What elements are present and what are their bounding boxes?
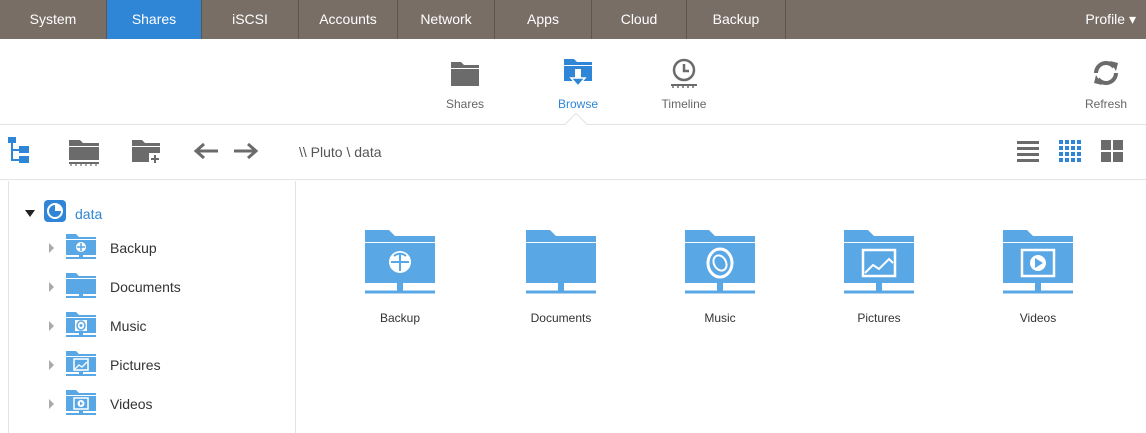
folder-tile-label: Pictures <box>857 311 901 325</box>
top-navigation: System Shares iSCSI Accounts Network App… <box>0 0 1146 41</box>
subnav-timeline[interactable]: Timeline <box>644 55 724 111</box>
documents-icon <box>523 230 599 302</box>
sub-toolbar: Shares Browse Timeline Refresh <box>0 41 1146 125</box>
folder-tree: data Backup Documents Music Pictures Vid… <box>8 181 296 433</box>
subnav-label: Browse <box>557 97 598 111</box>
folder-tile-videos[interactable]: Videos <box>983 226 1093 325</box>
share-folder-icon <box>66 135 102 172</box>
documents-icon <box>64 271 98 304</box>
music-icon <box>64 310 98 343</box>
caret-right-icon[interactable] <box>49 399 54 409</box>
tree-root-label: data <box>75 205 103 222</box>
arrow-left-icon <box>192 141 220 166</box>
tab-system[interactable]: System <box>0 0 107 39</box>
pictures-icon <box>841 230 917 302</box>
grid-small-icon <box>1058 139 1082 168</box>
tab-cloud[interactable]: Cloud <box>592 0 687 39</box>
volume-icon <box>43 199 67 228</box>
folder-tile-pictures[interactable]: Pictures <box>824 226 934 325</box>
clock-icon <box>644 55 724 91</box>
tree-item-backup[interactable]: Backup <box>49 233 157 263</box>
tree-item-label: Backup <box>110 240 157 256</box>
tab-apps[interactable]: Apps <box>495 0 592 39</box>
subnav-shares[interactable]: Shares <box>425 55 505 111</box>
forward-button[interactable] <box>228 138 264 168</box>
tree-item-documents[interactable]: Documents <box>49 272 181 302</box>
breadcrumb-path: \\ Pluto \ data <box>299 144 382 160</box>
profile-menu[interactable]: Profile ▾ <box>1085 0 1136 39</box>
pictures-icon <box>64 349 98 382</box>
arrow-right-icon <box>232 141 260 166</box>
tree-item-label: Videos <box>110 396 153 412</box>
tab-network[interactable]: Network <box>398 0 495 39</box>
tree-view-icon <box>6 135 38 172</box>
tree-item-music[interactable]: Music <box>49 311 147 341</box>
small-icons-view-button[interactable] <box>1056 138 1084 168</box>
tree-item-label: Music <box>110 318 147 334</box>
list-view-button[interactable] <box>1014 138 1042 168</box>
tree-item-label: Documents <box>110 279 181 295</box>
folder-tile-label: Backup <box>379 311 421 325</box>
videos-icon <box>64 388 98 421</box>
caret-right-icon[interactable] <box>49 243 54 253</box>
tree-root-data[interactable]: data <box>25 199 102 228</box>
new-folder-button[interactable] <box>128 138 164 168</box>
large-icons-view-button[interactable] <box>1098 138 1126 168</box>
folder-download-icon <box>538 55 618 91</box>
subnav-label: Shares <box>445 97 485 111</box>
caret-right-icon[interactable] <box>49 282 54 292</box>
backup-icon <box>64 232 98 265</box>
list-view-icon <box>1016 139 1040 168</box>
folder-tile-backup[interactable]: Backup <box>345 226 455 325</box>
path-toolbar: \\ Pluto \ data <box>0 126 1146 180</box>
caret-right-icon[interactable] <box>49 360 54 370</box>
grid-large-icon <box>1100 139 1124 168</box>
folder-tile-music[interactable]: Music <box>665 226 775 325</box>
subnav-browse[interactable]: Browse <box>538 55 618 111</box>
backup-icon <box>362 230 438 302</box>
refresh-label: Refresh <box>1084 97 1128 111</box>
tab-accounts[interactable]: Accounts <box>299 0 398 39</box>
music-icon <box>682 230 758 302</box>
folder-add-icon <box>129 135 163 172</box>
new-share-button[interactable] <box>64 138 104 168</box>
folder-tile-label: Documents <box>530 311 592 325</box>
refresh-button[interactable]: Refresh <box>1066 55 1146 111</box>
subnav-label: Timeline <box>661 97 707 111</box>
videos-icon <box>1000 230 1076 302</box>
tree-item-pictures[interactable]: Pictures <box>49 350 161 380</box>
refresh-icon <box>1066 55 1146 91</box>
tree-toggle-button[interactable] <box>4 136 40 168</box>
tab-shares[interactable]: Shares <box>107 0 202 39</box>
tab-backup[interactable]: Backup <box>687 0 786 39</box>
tab-iscsi[interactable]: iSCSI <box>202 0 299 39</box>
folder-tile-label: Videos <box>1019 311 1057 325</box>
folder-icon <box>425 55 505 91</box>
caret-right-icon[interactable] <box>49 321 54 331</box>
folder-tile-documents[interactable]: Documents <box>506 226 616 325</box>
folder-tile-label: Music <box>704 311 736 325</box>
caret-down-icon[interactable] <box>25 205 35 223</box>
tree-item-label: Pictures <box>110 357 161 373</box>
tree-item-videos[interactable]: Videos <box>49 389 153 419</box>
back-button[interactable] <box>188 138 224 168</box>
